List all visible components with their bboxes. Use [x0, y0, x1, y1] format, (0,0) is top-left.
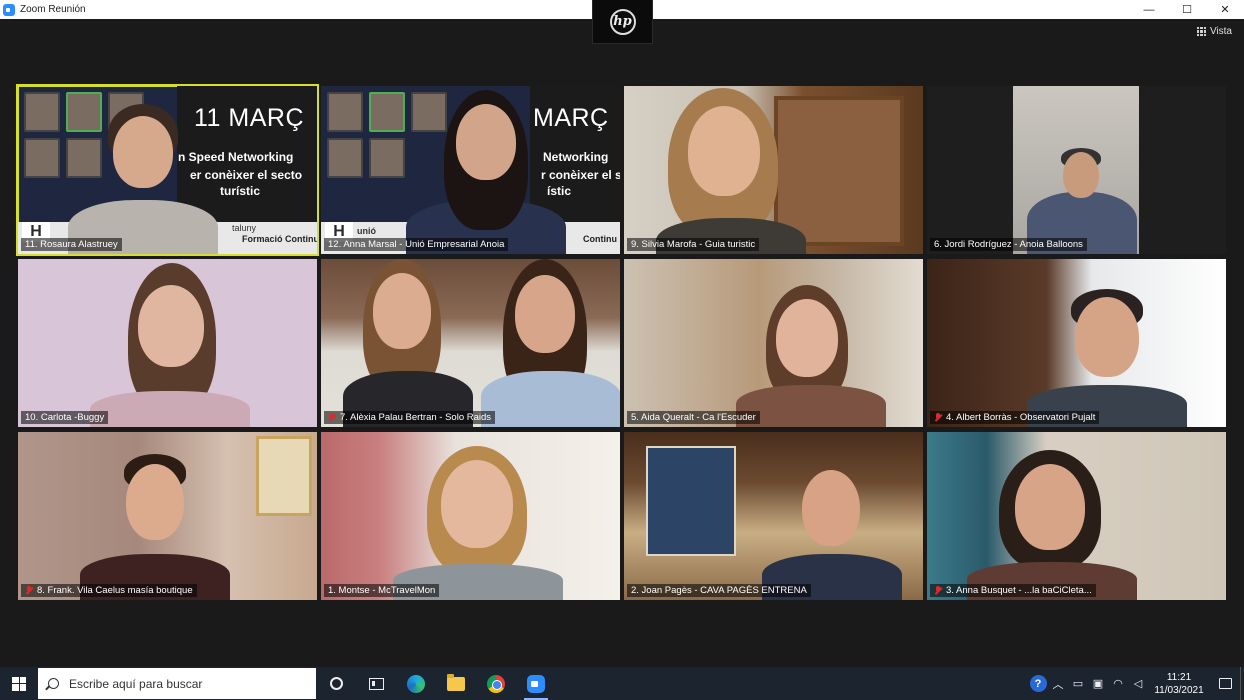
participant-video	[967, 450, 1137, 600]
participant-name-label: 2. Joan Pagès - CAVA PAGÈS ENTRENA	[627, 584, 811, 597]
banner-footer-text: Continu	[583, 234, 617, 244]
taskbar-clock[interactable]: 11:21 11/03/2021	[1148, 671, 1210, 697]
cortana-icon	[329, 677, 343, 690]
participant-video	[406, 90, 566, 254]
show-desktop-button[interactable]	[1240, 667, 1244, 700]
video-tile[interactable]: 10. Carlota -Buggy	[18, 259, 317, 427]
speaker-icon: ◁	[1133, 678, 1143, 690]
participant-name-label: 6. Jordi Rodríguez - Anoia Balloons	[930, 238, 1087, 251]
search-placeholder: Escribe aquí para buscar	[69, 676, 203, 691]
minimize-button[interactable]: —	[1130, 0, 1168, 19]
grid-view-icon	[1196, 27, 1206, 36]
banner-footer-org: taluny	[232, 223, 257, 233]
participant-name-label: 3. Anna Busquet - ...la baCiCleta...	[930, 584, 1096, 597]
file-explorer-icon	[447, 673, 465, 691]
battery-icon: ▭	[1072, 678, 1084, 690]
show-hidden-icons-button[interactable]: ︿	[1048, 667, 1068, 700]
view-button[interactable]: Vista	[1196, 26, 1232, 37]
zoom-taskbar-button[interactable]	[516, 667, 556, 700]
participant-video	[736, 285, 886, 427]
wifi-icon: ◠	[1113, 678, 1123, 690]
participant-video	[646, 88, 816, 254]
windows-taskbar: Escribe aquí para buscar ? ︿ ▭ ▣ ◠ ◁ 11:…	[0, 667, 1244, 700]
close-button[interactable]: ✕	[1206, 0, 1244, 19]
participant-video	[90, 263, 250, 427]
participant-video	[68, 104, 218, 254]
video-tile[interactable]: 8. Frank. Vila Caelus masía boutique	[18, 432, 317, 600]
start-button[interactable]	[0, 667, 38, 700]
participant-name-label: 4. Albert Borràs - Observatori Pujalt	[930, 411, 1100, 424]
view-label: Vista	[1209, 26, 1232, 37]
video-tile[interactable]: 3. Anna Busquet - ...la baCiCleta...	[927, 432, 1226, 600]
hp-camera-notch: hp	[592, 0, 653, 44]
cortana-button[interactable]	[316, 667, 356, 700]
window-controls: — ☐ ✕	[1130, 0, 1244, 19]
video-tile[interactable]: 1. Montse - McTravelMon	[321, 432, 620, 600]
participant-name-label: 11. Rosaura Alastruey	[21, 238, 122, 251]
chevron-up-icon: ︿	[1052, 678, 1064, 691]
participant-video	[343, 259, 473, 427]
participant-video	[481, 259, 620, 427]
muted-mic-icon	[25, 586, 33, 595]
chrome-icon	[487, 674, 505, 693]
banner-footer-org: unió	[357, 226, 376, 236]
video-gallery: 11 MARÇ n Speed Networking er conèixer e…	[16, 84, 1226, 600]
video-tile[interactable]: MARÇ Networking r conèixer el secto ísti…	[321, 86, 620, 254]
task-view-button[interactable]	[356, 667, 396, 700]
zoom-app-icon	[3, 3, 15, 16]
video-tile[interactable]: 6. Jordi Rodríguez - Anoia Balloons	[927, 86, 1226, 254]
edge-icon	[407, 674, 425, 693]
notification-icon	[1218, 678, 1232, 689]
participant-name-label: 5. Aida Queralt - Ca l'Escuder	[627, 411, 760, 424]
help-icon: ?	[1029, 675, 1047, 692]
video-tile[interactable]: 2. Joan Pagès - CAVA PAGÈS ENTRENA	[624, 432, 923, 600]
participant-video	[762, 470, 902, 600]
participant-video	[393, 446, 563, 600]
banner-line-3: turístic	[220, 184, 261, 198]
zoom-icon	[527, 674, 545, 693]
file-explorer-button[interactable]	[436, 667, 476, 700]
participant-video	[80, 454, 230, 600]
video-tile[interactable]: 7. Alèxia Palau Bertran - Solo Raids	[321, 259, 620, 427]
video-tile[interactable]: 4. Albert Borràs - Observatori Pujalt	[927, 259, 1226, 427]
battery-tray-button[interactable]: ▭	[1068, 667, 1088, 700]
muted-mic-icon	[328, 413, 336, 422]
muted-mic-icon	[934, 413, 942, 422]
clock-date: 11/03/2021	[1154, 684, 1204, 696]
edge-button[interactable]	[396, 667, 436, 700]
participant-name-label: 10. Carlota -Buggy	[21, 411, 109, 424]
video-tile[interactable]: 11 MARÇ n Speed Networking er conèixer e…	[16, 84, 319, 256]
maximize-button[interactable]: ☐	[1168, 0, 1206, 19]
video-tile[interactable]: 5. Aida Queralt - Ca l'Escuder	[624, 259, 923, 427]
volume-tray-button[interactable]: ◁	[1128, 667, 1148, 700]
update-tray-button[interactable]: ▣	[1088, 667, 1108, 700]
window-title: Zoom Reunión	[20, 4, 86, 15]
clock-time: 11:21	[1166, 671, 1192, 683]
participant-name-label: 7. Alèxia Palau Bertran - Solo Raids	[324, 411, 496, 424]
participant-video	[1027, 289, 1187, 427]
participant-name-label: 1. Montse - McTravelMon	[324, 584, 440, 597]
muted-mic-icon	[934, 586, 942, 595]
participant-name-label: 9. Silvia Marofa - Guia turistic	[627, 238, 760, 251]
participant-name-label: 12. Anna Marsal - Unió Empresarial Anoia	[324, 238, 509, 251]
update-icon: ▣	[1092, 678, 1104, 690]
system-tray: ? ︿ ▭ ▣ ◠ ◁ 11:21 11/03/2021	[1028, 667, 1244, 700]
windows-logo-icon	[12, 676, 26, 691]
banner-footer-text: Formació Continu	[242, 234, 317, 244]
wifi-tray-button[interactable]: ◠	[1108, 667, 1128, 700]
search-icon	[48, 678, 59, 689]
help-tray-button[interactable]: ?	[1028, 667, 1048, 700]
video-tile[interactable]: 9. Silvia Marofa - Guia turistic	[624, 86, 923, 254]
participant-name-label: 8. Frank. Vila Caelus masía boutique	[21, 584, 197, 597]
chrome-button[interactable]	[476, 667, 516, 700]
action-center-button[interactable]	[1210, 667, 1240, 700]
hp-logo: hp	[609, 8, 636, 35]
task-view-icon	[368, 677, 384, 690]
taskbar-search-box[interactable]: Escribe aquí para buscar	[38, 668, 316, 699]
